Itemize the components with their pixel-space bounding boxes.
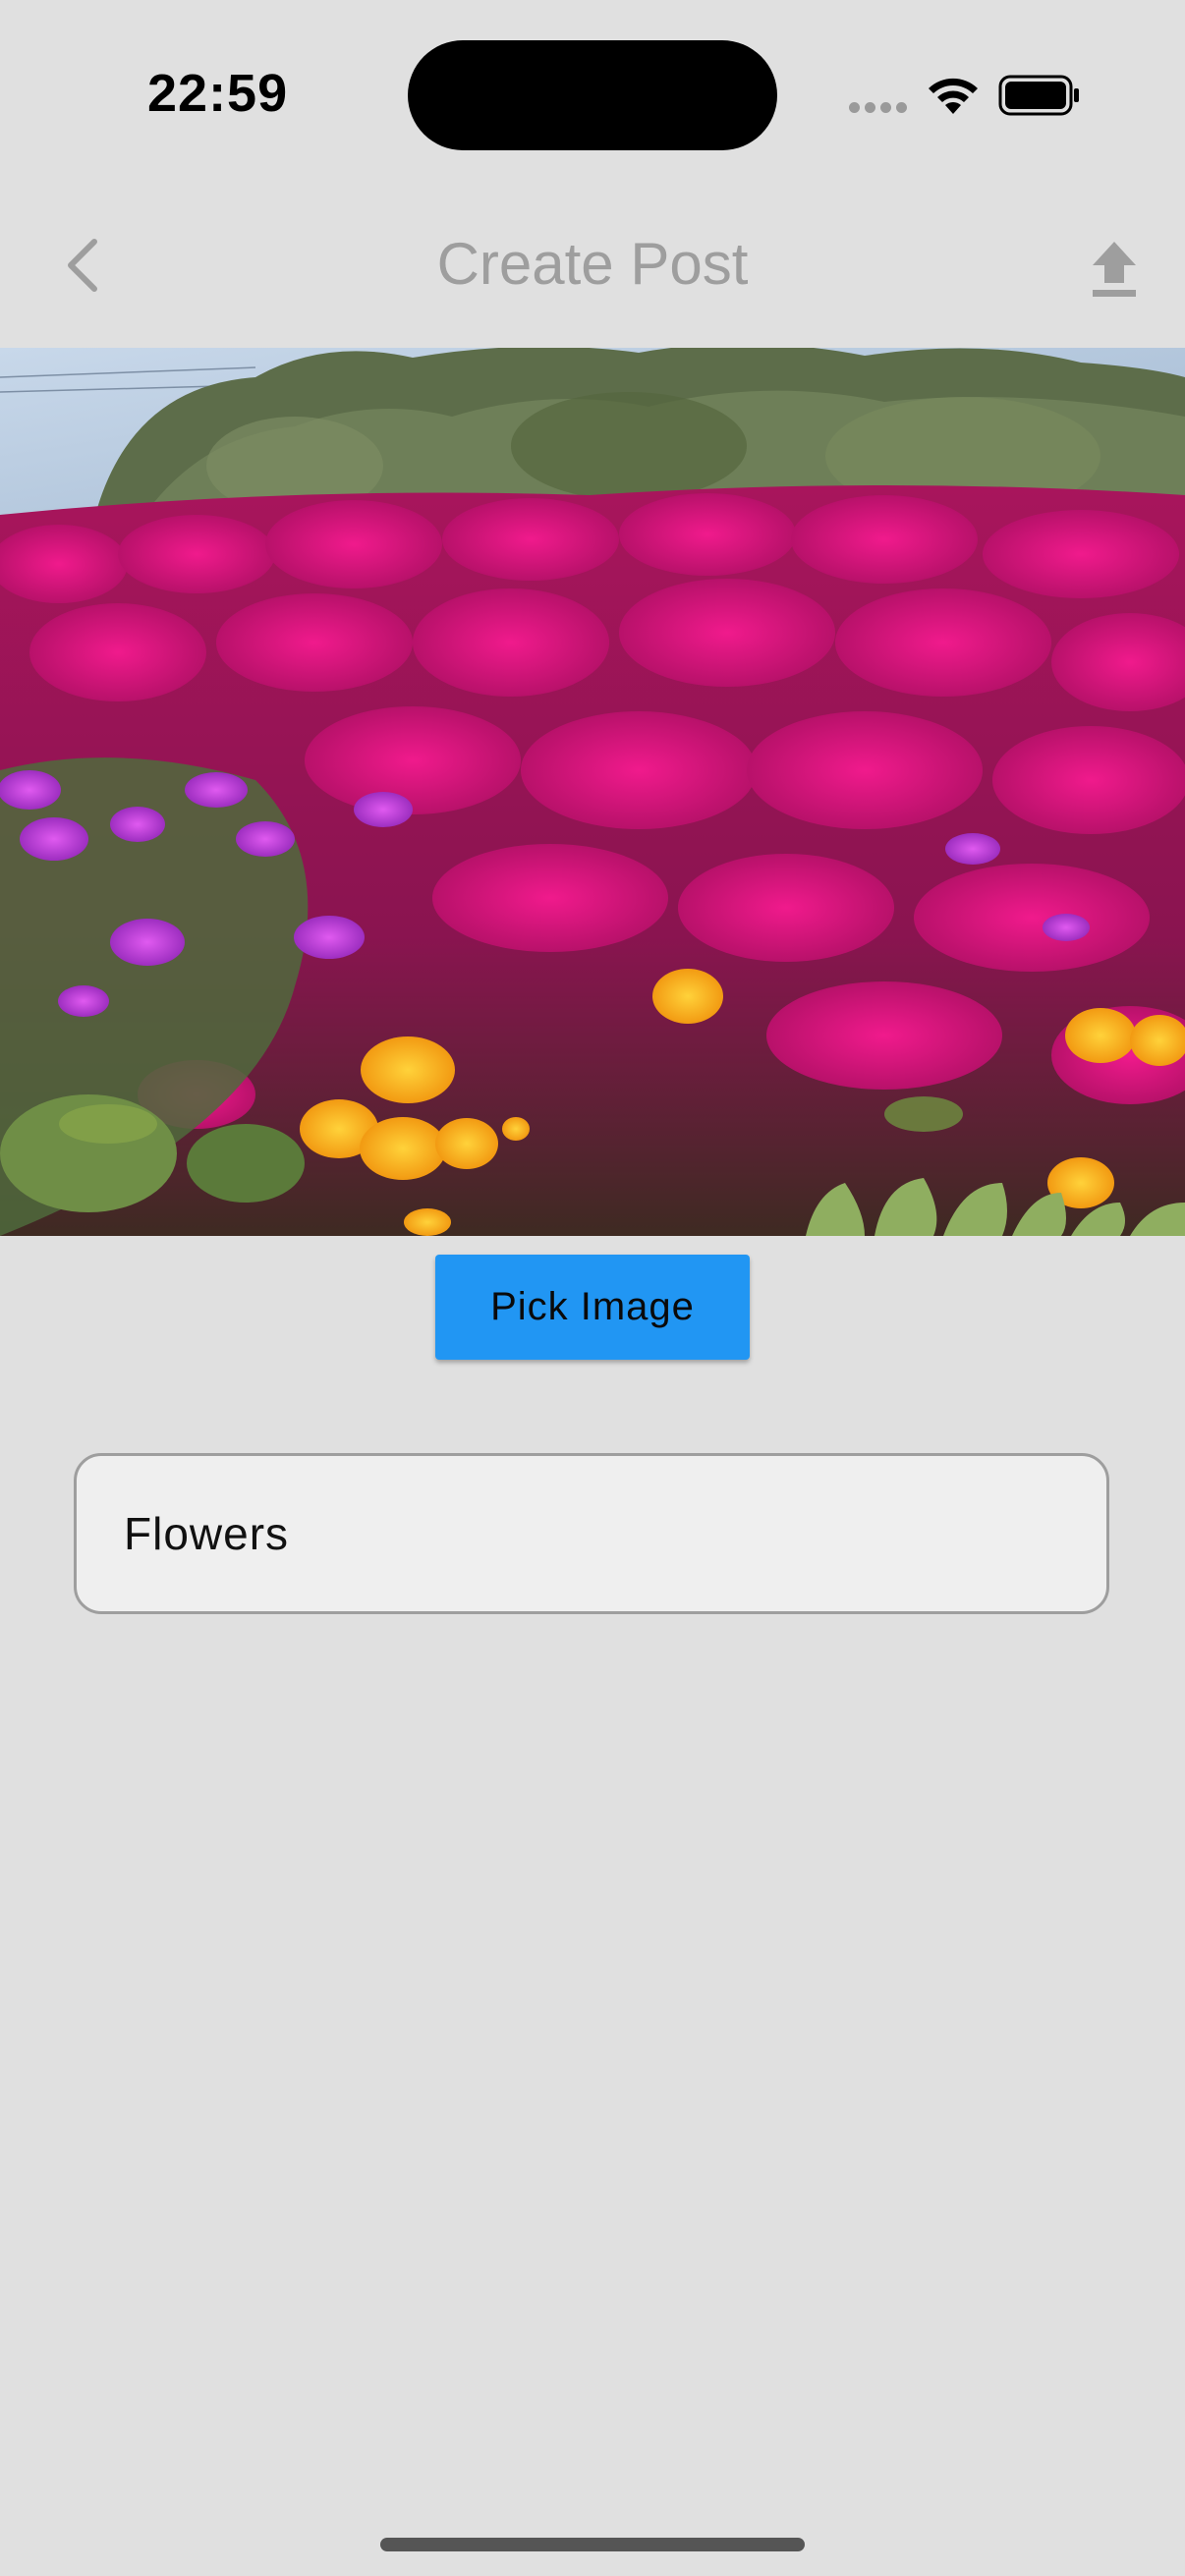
wifi-icon <box>929 78 978 114</box>
signal-icon <box>849 102 908 116</box>
status-time: 22:59 <box>147 64 289 123</box>
upload-icon <box>1093 242 1136 297</box>
caption-input[interactable] <box>74 1453 1109 1614</box>
app-bar: Create Post <box>0 187 1185 348</box>
dynamic-island <box>408 40 777 150</box>
home-indicator <box>380 2538 805 2551</box>
battery-icon <box>998 75 1079 116</box>
upload-button[interactable] <box>1081 234 1148 305</box>
page-title: Create Post <box>436 231 749 297</box>
pick-image-button[interactable]: Pick Image <box>435 1255 750 1360</box>
status-bar: 22:59 <box>0 0 1185 187</box>
flowers-photo <box>0 348 1185 1236</box>
post-image <box>0 348 1185 1236</box>
